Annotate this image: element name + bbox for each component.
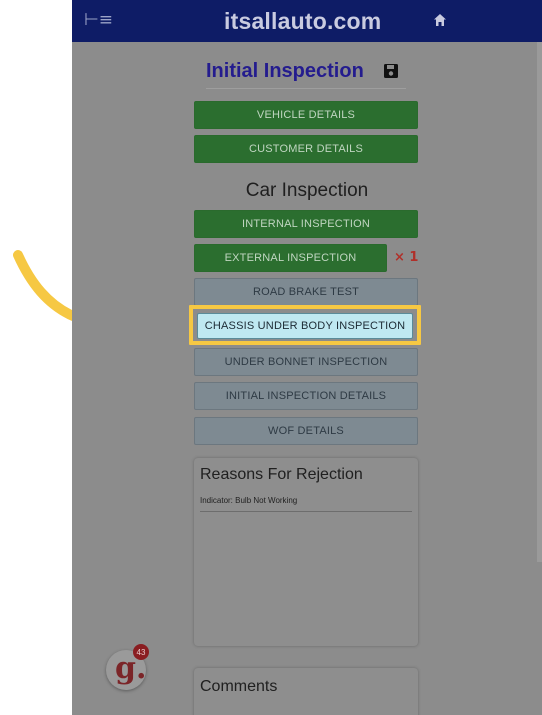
comments-title: Comments — [200, 678, 278, 695]
vehicle-details-button[interactable]: VEHICLE DETAILS — [194, 101, 418, 129]
external-inspection-button[interactable]: EXTERNAL INSPECTION — [194, 244, 387, 272]
customer-details-button[interactable]: CUSTOMER DETAILS — [194, 135, 418, 163]
avatar[interactable]: g. 43 — [106, 644, 149, 690]
app-screen: ⊢≡ itsallauto.com Initial Inspection VEH… — [72, 0, 542, 715]
menu-collapse-icon[interactable]: ⊢≡ — [84, 12, 113, 29]
wof-details-button[interactable]: WOF DETAILS — [194, 417, 418, 445]
comments-card: Comments — [194, 668, 418, 715]
external-inspection-count: × 1 — [394, 250, 419, 265]
save-icon[interactable] — [383, 63, 399, 79]
divider — [200, 511, 412, 512]
internal-inspection-button[interactable]: INTERNAL INSPECTION — [194, 210, 418, 238]
road-brake-test-button[interactable]: ROAD BRAKE TEST — [194, 278, 418, 306]
scrollbar-track[interactable] — [537, 42, 542, 562]
reasons-for-rejection-card: Reasons For Rejection Indicator: Bulb No… — [194, 458, 418, 646]
brand-title[interactable]: itsallauto.com — [224, 8, 381, 35]
section-title: Car Inspection — [245, 180, 369, 201]
initial-inspection-details-button[interactable]: INITIAL INSPECTION DETAILS — [194, 382, 418, 410]
reasons-title: Reasons For Rejection — [200, 466, 363, 483]
chassis-under-body-inspection-button[interactable]: CHASSIS UNDER BODY INSPECTION — [197, 313, 413, 339]
under-bonnet-inspection-button[interactable]: UNDER BONNET INSPECTION — [194, 348, 418, 376]
page-title: Initial Inspection — [206, 60, 364, 82]
home-icon[interactable] — [433, 13, 447, 27]
notification-badge: 43 — [133, 644, 149, 660]
list-item: Indicator: Bulb Not Working — [200, 496, 298, 505]
top-bar: ⊢≡ itsallauto.com — [72, 0, 542, 42]
page-title-wrap: Initial Inspection — [206, 60, 406, 89]
